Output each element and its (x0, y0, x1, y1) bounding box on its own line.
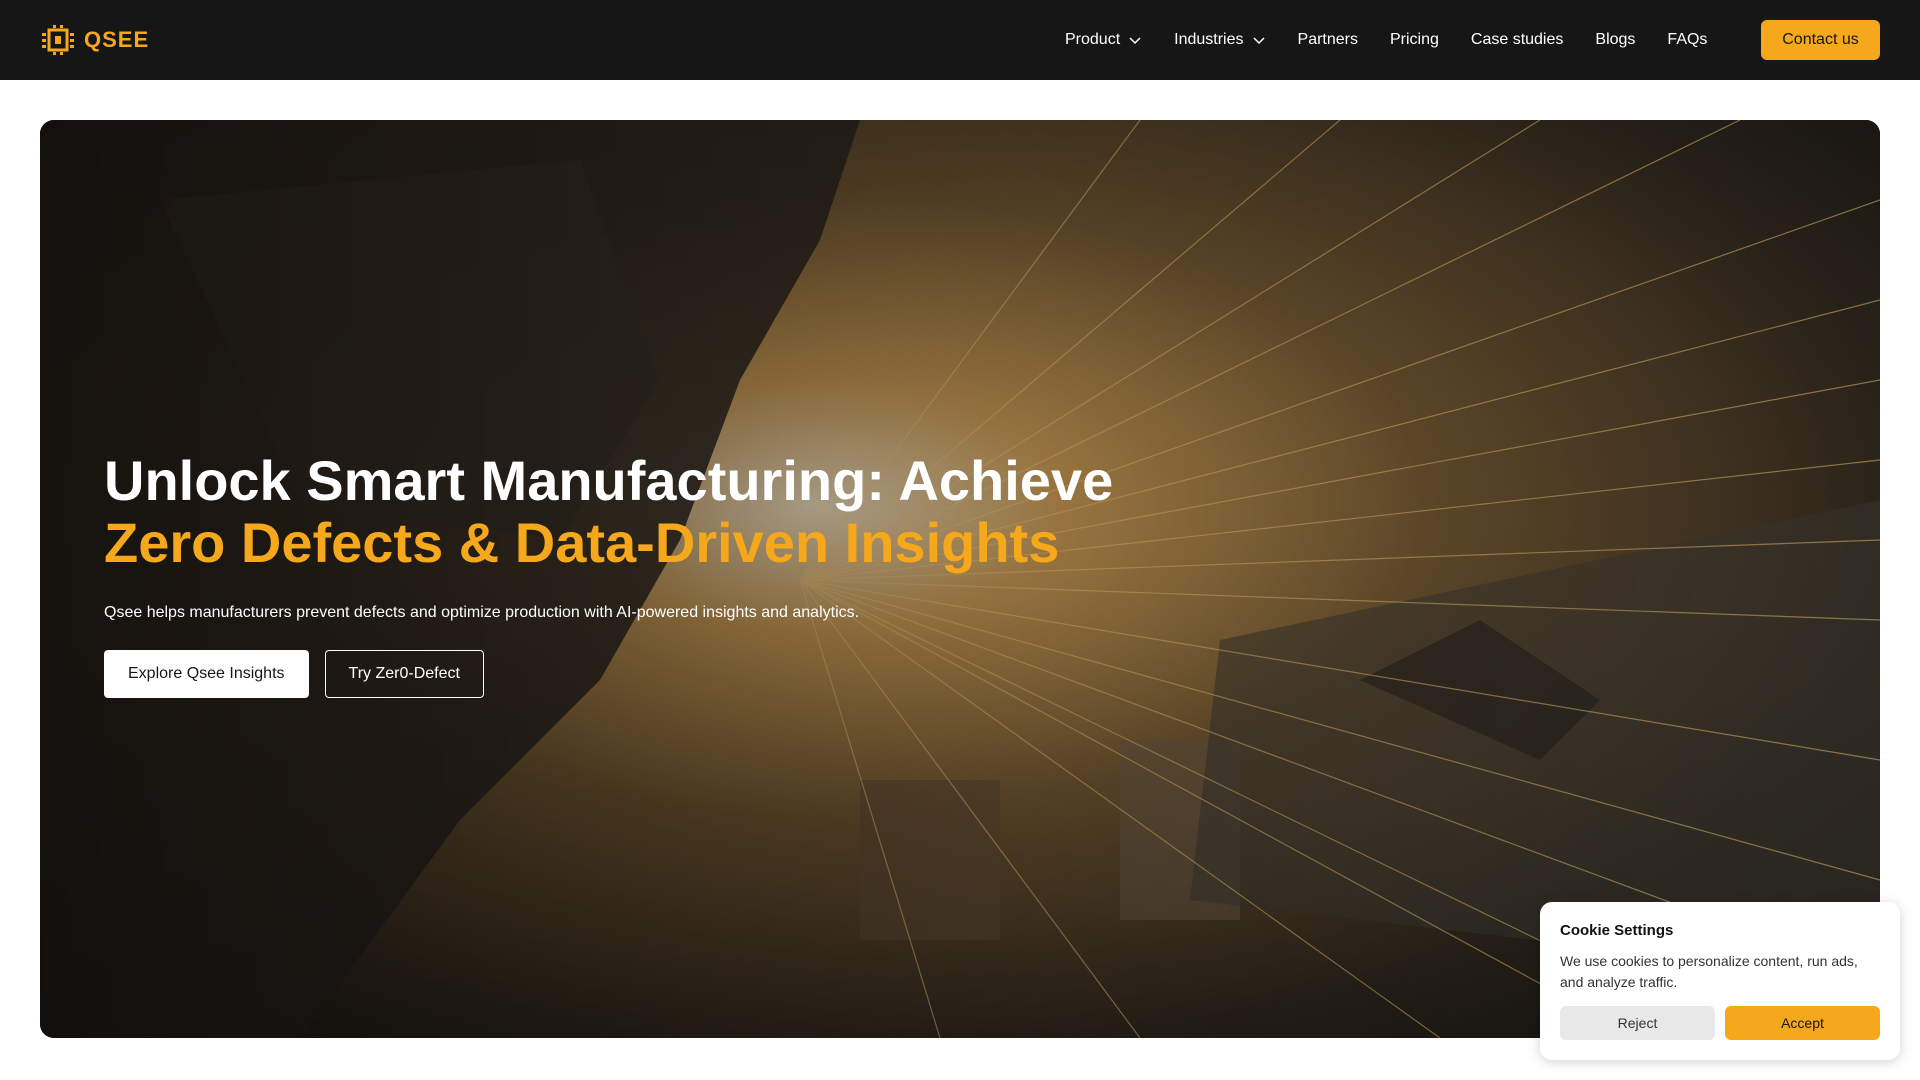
main-nav: Product Industries Partners Pricing Case… (1065, 0, 1739, 80)
nav-item-label: Blogs (1595, 31, 1636, 48)
explore-insights-button[interactable]: Explore Qsee Insights (104, 650, 309, 698)
nav-item-label: Industries (1174, 31, 1244, 48)
hero-title-line1: Unlock Smart Manufacturing: Achieve (104, 449, 1114, 512)
top-navbar: QSEE Product Industries Partners Pricing… (0, 0, 1920, 80)
nav-item-label: Product (1065, 31, 1121, 48)
nav-item-case-studies[interactable]: Case studies (1471, 31, 1564, 49)
brand-logo[interactable]: QSEE (40, 24, 149, 56)
nav-item-label: Partners (1297, 31, 1358, 48)
nav-item-blogs[interactable]: Blogs (1595, 31, 1635, 49)
accept-cookies-button[interactable]: Accept (1725, 1006, 1880, 1040)
logo-wordmark: QSEE (84, 27, 150, 52)
hero-title: Unlock Smart Manufacturing: Achieve Zero… (104, 450, 1204, 574)
nav-item-product[interactable]: Product (1065, 31, 1142, 49)
nav-item-label: Case studies (1470, 31, 1564, 48)
reject-cookies-button[interactable]: Reject (1560, 1006, 1715, 1040)
hero-banner: Unlock Smart Manufacturing: Achieve Zero… (40, 120, 1880, 1038)
cookie-settings-dialog: Cookie Settings We use cookies to person… (1540, 902, 1900, 1060)
nav-item-partners[interactable]: Partners (1298, 31, 1358, 49)
hero-subtitle: Qsee helps manufacturers prevent defects… (104, 604, 860, 621)
hero-title-line2: Zero Defects & Data-Driven Insights (104, 511, 1060, 574)
hero-buttons: Explore Qsee Insights Try Zer0-Defect (104, 650, 1204, 698)
chevron-down-icon (1129, 37, 1141, 45)
nav-item-label: Pricing (1389, 31, 1439, 48)
try-zero-defect-button[interactable]: Try Zer0-Defect (324, 650, 484, 698)
nav-item-industries[interactable]: Industries (1174, 31, 1265, 49)
contact-us-button[interactable]: Contact us (1761, 20, 1880, 60)
cookie-text: We use cookies to personalize content, r… (1560, 953, 1858, 990)
cookie-buttons: Reject Accept (1560, 1006, 1880, 1040)
cookie-title: Cookie Settings (1560, 922, 1674, 939)
chevron-down-icon (1252, 37, 1265, 45)
hero-content: Unlock Smart Manufacturing: Achieve Zero… (104, 450, 1204, 698)
nav-item-faqs[interactable]: FAQs (1667, 31, 1707, 49)
nav-item-pricing[interactable]: Pricing (1390, 31, 1439, 49)
chip-logo-icon (42, 25, 74, 55)
nav-item-label: FAQs (1667, 31, 1708, 48)
